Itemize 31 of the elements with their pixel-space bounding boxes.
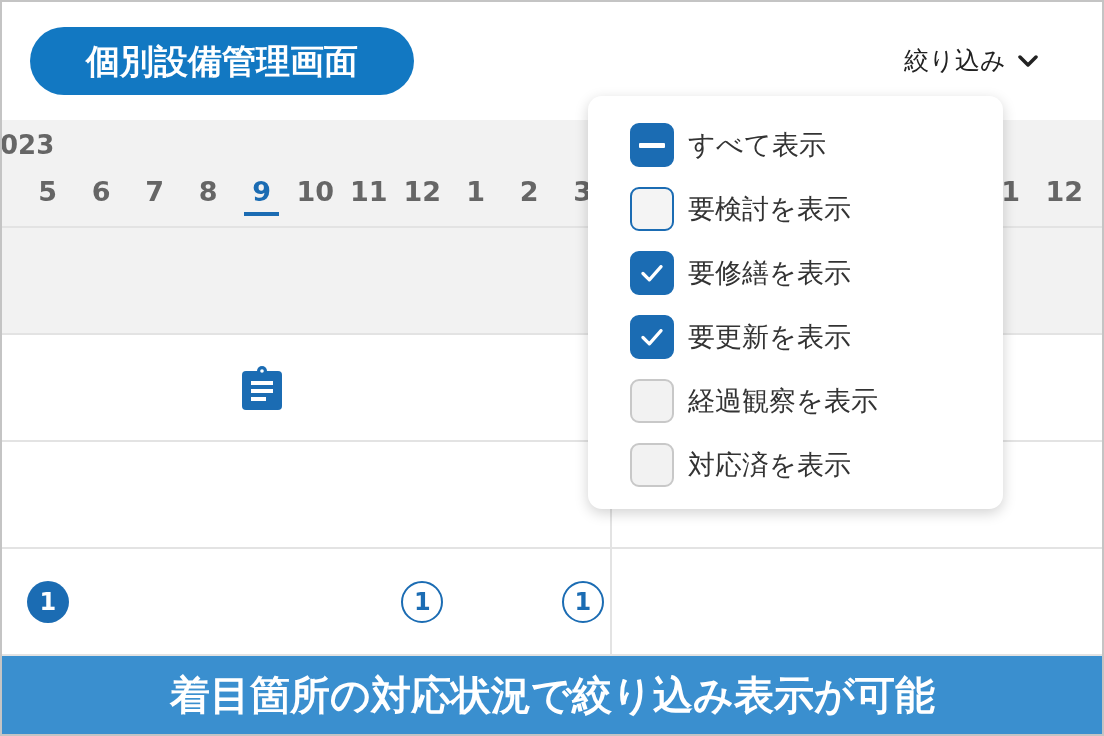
checkbox[interactable] (630, 251, 674, 295)
month-tab[interactable]: 12 (1037, 172, 1092, 216)
filter-option[interactable]: 要検討を表示 (630, 177, 1003, 241)
check-icon (641, 328, 663, 346)
checkbox[interactable] (630, 187, 674, 231)
check-icon (641, 264, 663, 282)
filter-option[interactable]: 要更新を表示 (630, 305, 1003, 369)
month-tab[interactable]: 7 (137, 172, 173, 216)
checkbox[interactable] (630, 315, 674, 359)
month-tab[interactable]: 5 (30, 172, 66, 216)
chevron-down-icon (1018, 54, 1038, 68)
minus-icon (639, 142, 665, 148)
month-tab[interactable]: 10 (288, 172, 343, 216)
month-tab[interactable]: 9 (244, 172, 280, 216)
count-badge[interactable]: 1 (401, 580, 444, 623)
caption-text: 着目箇所の対応状況で絞り込み表示が可能 (2, 656, 1102, 734)
month-tab[interactable]: 12 (395, 172, 450, 216)
filter-dropdown[interactable]: 絞り込み (898, 41, 1044, 81)
month-tab[interactable]: 2 (511, 172, 547, 216)
filter-option[interactable]: すべて表示 (630, 113, 1003, 177)
page-title: 個別設備管理画面 (30, 27, 414, 95)
year-label: 023 (2, 129, 55, 162)
count-badge[interactable]: 1 (26, 580, 69, 623)
month-tab[interactable]: 6 (83, 172, 119, 216)
month-tab[interactable]: 8 (190, 172, 226, 216)
checkbox[interactable] (630, 123, 674, 167)
month-tab[interactable]: 11 (341, 172, 396, 216)
filter-option[interactable]: 要修繕を表示 (630, 241, 1003, 305)
month-tab[interactable]: 1 (458, 172, 494, 216)
clipboard-icon[interactable] (241, 365, 282, 410)
count-badge[interactable]: 1 (561, 580, 604, 623)
